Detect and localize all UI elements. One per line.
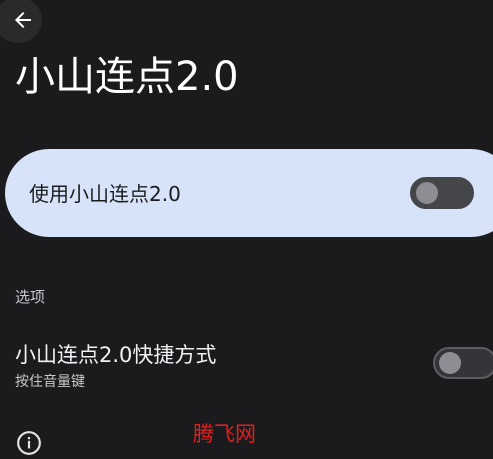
shortcut-toggle-switch[interactable] (433, 347, 493, 379)
section-header-options: 选项 (15, 288, 46, 306)
arrow-back-icon (15, 12, 31, 28)
toggle-thumb (416, 182, 438, 204)
page-title: 小山连点2.0 (15, 54, 239, 100)
main-toggle-switch[interactable] (410, 177, 474, 209)
back-button[interactable] (0, 0, 42, 43)
main-switch-label: 使用小山连点2.0 (29, 182, 181, 206)
info-icon[interactable] (16, 430, 42, 456)
toggle-thumb (439, 352, 461, 374)
shortcut-option-title[interactable]: 小山连点2.0快捷方式 (15, 339, 216, 369)
shortcut-option-summary: 按住音量键 (15, 374, 85, 390)
watermark-text: 腾飞网 (193, 422, 256, 446)
